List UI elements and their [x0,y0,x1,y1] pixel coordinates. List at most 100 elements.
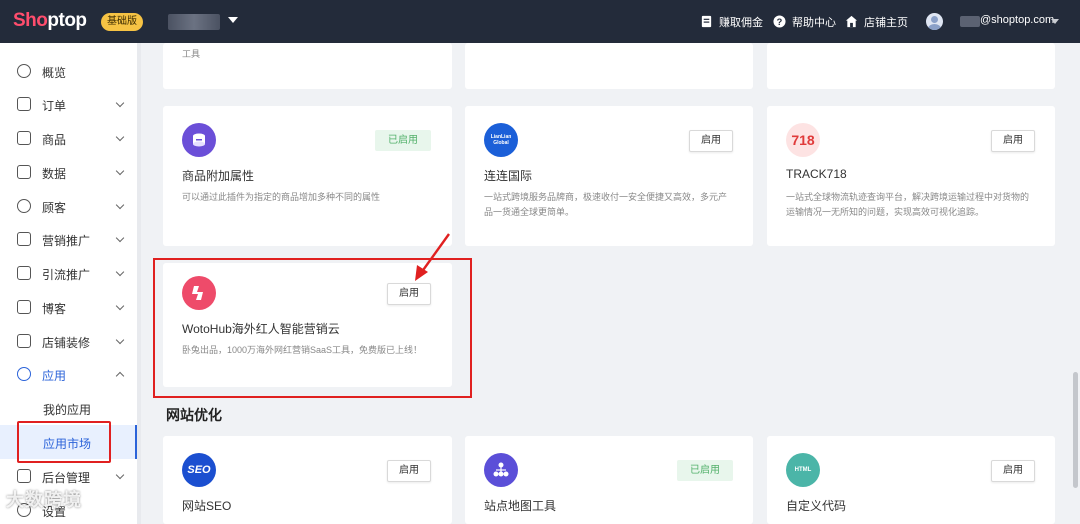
earn-commission-label: 赚取佣金 [719,16,763,29]
app-card-title: 网站SEO [182,499,232,513]
home-icon [845,15,858,28]
app-card-desc: 一站式跨境服务品牌商，极速收付一安全便捷又高效，多元产品一货通全球更简单。 [484,192,728,217]
app-card-partial[interactable] [465,43,753,89]
sidebar-item-products[interactable]: 商品 [0,121,137,155]
sidebar-item-orders[interactable]: 订单 [0,87,137,121]
sidebar-item-marketing[interactable]: 营销推广 [0,222,137,256]
app-card-sitemap[interactable]: 站点地图工具 已启用 [465,436,753,524]
highlight-box-app-market [17,421,111,463]
sidebar-item-label: 博客 [42,302,67,316]
logo-text-2: ptop [47,10,87,31]
help-center-label: 帮助中心 [792,16,836,29]
enable-button[interactable]: 启用 [387,460,431,482]
chevron-down-icon [115,233,125,243]
chevron-down-icon [115,301,125,311]
chevron-down-icon [115,267,125,277]
sidebar-item-traffic[interactable]: 引流推广 [0,256,137,290]
app-card-title: 连连国际 [484,169,533,183]
app-card-partial[interactable] [767,43,1055,89]
sitemap-icon [484,453,518,487]
app-card-title: 商品附加属性 [182,169,255,183]
sidebar-subitem-label: 我的应用 [43,403,92,417]
sidebar-item-apps[interactable]: 应用 [0,357,137,391]
overview-icon [17,64,31,78]
chevron-down-icon [115,335,125,345]
edition-badge: 基础版 [101,13,143,31]
products-icon [17,131,31,145]
red-arrow-icon [415,233,450,281]
account-email[interactable]: @shoptop.com [980,14,1054,26]
apps-icon [17,367,31,381]
sidebar-item-label: 顾客 [42,201,67,215]
store-switch-chevron-down-icon[interactable] [228,17,238,23]
email-redacted [960,16,980,27]
store-home-link[interactable]: 店铺主页 [845,0,908,43]
account-chevron-down-icon[interactable] [1051,19,1059,24]
custom-code-icon: HTML [786,453,820,487]
app-card-title: 站点地图工具 [484,499,557,513]
chevron-up-icon [115,371,125,381]
seo-logo-text: SEO [187,464,211,476]
sidebar-item-customers[interactable]: 顾客 [0,189,137,223]
lianlian-logo-icon: LianLian Global [484,123,518,157]
lianlian-logo-text: LianLian Global [490,134,512,146]
user-avatar[interactable] [926,13,943,30]
store-name-redacted[interactable] [168,14,220,30]
section-title-website-optimization: 网站优化 [166,407,222,423]
shoptop-logo[interactable]: Shoptop [13,10,87,32]
enable-button[interactable]: 启用 [991,130,1035,152]
data-icon [17,165,31,179]
sidebar-item-label: 订单 [42,99,67,113]
sidebar-item-label: 引流推广 [42,268,91,282]
enabled-badge: 已启用 [677,460,733,481]
main-content: 工具 商品附加属性 可以通过此插件为指定的商品增加多种不同的属性 已启用 Lia… [141,43,1080,524]
chevron-down-icon [115,470,125,480]
traffic-icon [17,266,31,280]
enabled-badge: 已启用 [375,130,431,151]
chevron-down-icon [115,98,125,108]
sidebar-item-overview[interactable]: 概览 [0,54,137,88]
sidebar-item-label: 应用 [42,369,67,383]
sidebar-item-store-design[interactable]: 店铺装修 [0,324,137,358]
wallet-icon [701,15,712,28]
app-card-seo[interactable]: SEO 网站SEO 启用 [163,436,452,524]
help-icon: ? [773,15,786,28]
sidebar-item-label: 商品 [42,133,67,147]
top-bar: Shoptop 基础版 赚取佣金 ? 帮助中心 店铺主页 @shoptop.co… [0,0,1080,43]
sidebar-item-label: 概览 [42,66,67,80]
blog-icon [17,300,31,314]
html-icon-text: HTML [794,467,812,473]
earn-commission-link[interactable]: 赚取佣金 [700,0,763,43]
app-card-custom-code[interactable]: HTML 自定义代码 启用 [767,436,1055,524]
app-card-title: TRACK718 [786,167,847,181]
svg-text:?: ? [777,17,783,27]
sidebar-subitem-my-apps[interactable]: 我的应用 [0,391,137,425]
track718-logo-text: 718 [791,132,815,148]
app-card-partial[interactable]: 工具 [163,43,452,89]
store-design-icon [17,334,31,348]
track718-logo-icon: 718 [786,123,820,157]
seo-logo-icon: SEO [182,453,216,487]
admin-icon [17,469,31,483]
product-attributes-icon [182,123,216,157]
store-home-label: 店铺主页 [864,16,908,29]
app-card-desc: 工具 [182,49,201,59]
sidebar-item-label: 数据 [42,167,67,181]
enable-button[interactable]: 启用 [991,460,1035,482]
logo-text-1: Sho [13,10,48,31]
orders-icon [17,97,31,111]
chevron-down-icon [115,166,125,176]
app-card-desc: 可以通过此插件为指定的商品增加多种不同的属性 [182,192,381,202]
app-card-lianlian[interactable]: LianLian Global 连连国际 一站式跨境服务品牌商，极速收付一安全便… [465,106,753,246]
app-card-product-attributes[interactable]: 商品附加属性 可以通过此插件为指定的商品增加多种不同的属性 已启用 [163,106,452,246]
app-card-track718[interactable]: 718 TRACK718 一站式全球物流轨迹查询平台，解决跨境运输过程中对货物的… [767,106,1055,246]
help-center-link[interactable]: ? 帮助中心 [773,0,836,43]
main-scrollbar-thumb[interactable] [1073,372,1078,488]
watermark: 大数跨境 [6,490,82,510]
enable-button[interactable]: 启用 [689,130,733,152]
sidebar-item-label: 营销推广 [42,234,91,248]
app-card-title: 自定义代码 [786,499,847,513]
sidebar-item-blog[interactable]: 博客 [0,290,137,324]
marketing-icon [17,232,31,246]
sidebar-item-data[interactable]: 数据 [0,155,137,189]
